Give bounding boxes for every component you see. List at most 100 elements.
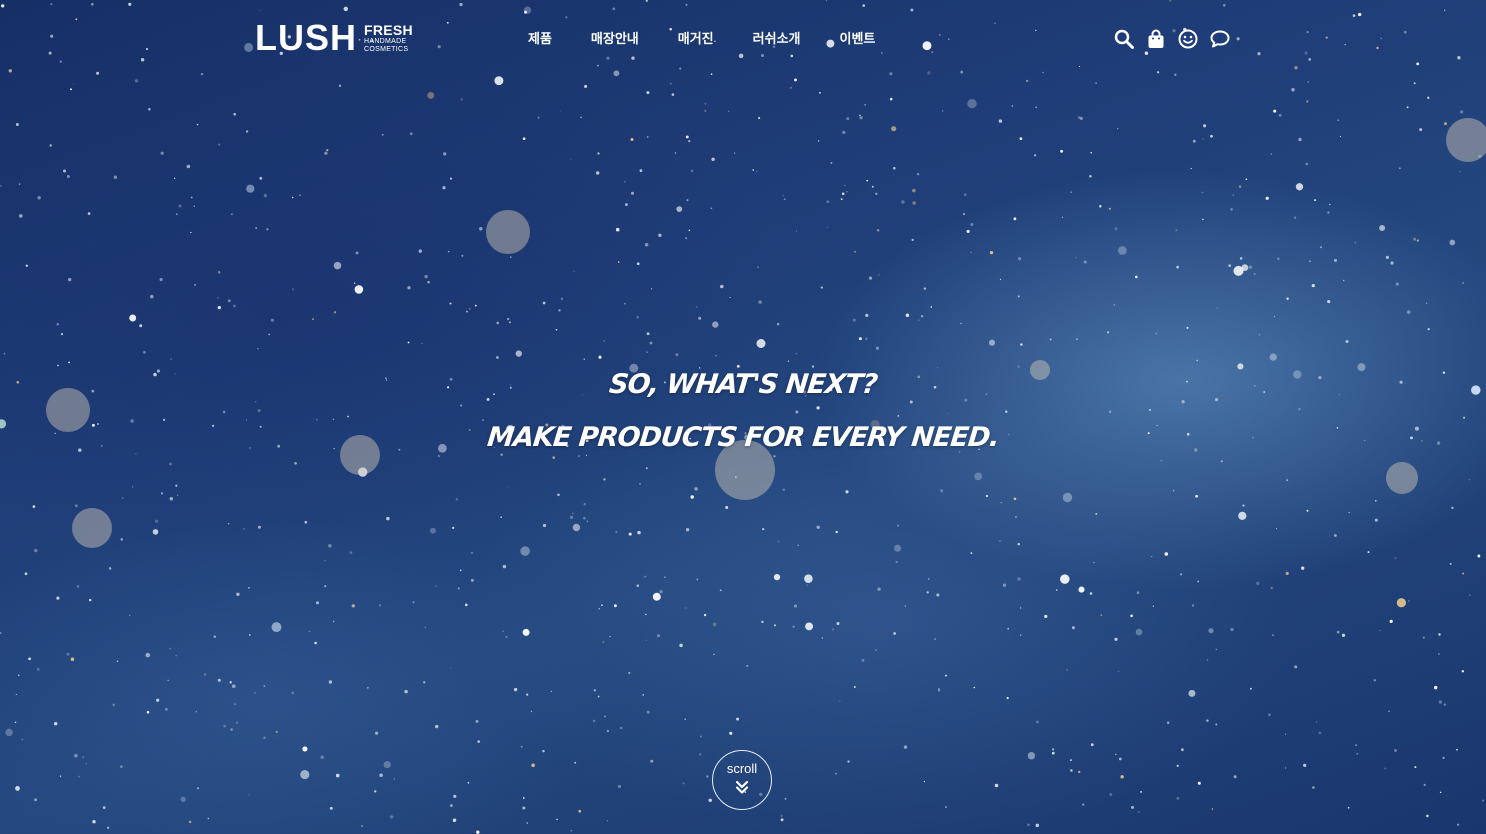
glitter-speck <box>1334 534 1337 537</box>
glitter-speck <box>866 179 869 182</box>
glitter-speck <box>1341 633 1346 637</box>
glitter-speck <box>1228 264 1232 267</box>
glitter-speck <box>156 698 160 702</box>
glitter-speck <box>784 797 787 800</box>
glitter-speck <box>1090 743 1094 747</box>
glitter-speck <box>243 528 245 530</box>
chat-bubble-icon[interactable] <box>1208 27 1232 51</box>
glitter-speck <box>1407 599 1410 602</box>
glitter-speck <box>1017 295 1020 298</box>
glitter-speck <box>1035 720 1040 724</box>
glitter-speck <box>710 207 713 210</box>
glitter-speck <box>698 316 702 320</box>
glitter-speck <box>522 628 530 636</box>
glitter-speck <box>598 608 601 610</box>
glitter-speck <box>603 340 605 342</box>
lush-logo[interactable]: LUSH FRESH HANDMADE COSMETICS <box>255 20 413 56</box>
glitter-speck <box>19 214 23 218</box>
glitter-speck <box>854 250 856 253</box>
glitter-speck <box>966 229 970 233</box>
glitter-speck <box>852 318 856 322</box>
glitter-speck <box>34 548 38 553</box>
glitter-speck <box>904 605 907 607</box>
glitter-speck <box>685 528 690 532</box>
glitter-speck <box>756 339 766 348</box>
hero-line-1: SO, WHAT'S NEXT? <box>607 369 879 400</box>
glitter-speck <box>500 516 502 518</box>
glitter-speck <box>120 765 123 768</box>
glitter-speck <box>217 305 221 310</box>
glitter-speck <box>1066 669 1068 671</box>
glitter-speck <box>646 710 650 714</box>
smiley-icon[interactable] <box>1176 27 1200 51</box>
scroll-button[interactable]: scroll <box>712 750 772 810</box>
glitter-speck <box>684 607 687 609</box>
glitter-speck <box>573 270 575 272</box>
glitter-speck <box>1120 775 1124 779</box>
glitter-speck <box>1311 284 1315 288</box>
glitter-speck <box>502 564 507 569</box>
glitter-speck <box>844 184 846 186</box>
glitter-speck <box>1293 216 1297 219</box>
glitter-speck <box>160 492 164 495</box>
glitter-speck <box>270 318 275 322</box>
glitter-speck <box>1186 326 1189 329</box>
glitter-speck <box>875 192 878 195</box>
glitter-speck <box>891 126 897 132</box>
glitter-speck <box>1192 139 1196 143</box>
glitter-speck <box>962 212 966 216</box>
glitter-speck <box>782 195 785 197</box>
nav-item-events[interactable]: 이벤트 <box>840 31 876 47</box>
glitter-speck <box>407 341 410 344</box>
glitter-speck <box>636 315 639 319</box>
glitter-speck <box>1395 282 1399 286</box>
search-icon[interactable] <box>1112 27 1136 51</box>
nav-item-stores[interactable]: 매장안내 <box>591 31 639 47</box>
shopping-bag-icon[interactable] <box>1144 27 1168 51</box>
glitter-speck <box>271 622 282 633</box>
glitter-speck <box>275 730 278 734</box>
nav-item-products[interactable]: 제품 <box>528 31 552 47</box>
glitter-speck <box>1284 767 1287 769</box>
site-header: LUSH FRESH HANDMADE COSMETICS 제품 매장안내 매거… <box>0 0 1486 78</box>
glitter-speck <box>1202 138 1204 140</box>
glitter-speck <box>15 693 17 696</box>
glitter-speck <box>636 584 640 588</box>
glitter-speck <box>351 604 355 608</box>
glitter-speck <box>940 489 944 493</box>
nav-item-magazine[interactable]: 매거진 <box>678 31 714 47</box>
glitter-speck <box>195 711 197 713</box>
glitter-speck <box>1273 109 1277 113</box>
glitter-speck <box>379 773 383 778</box>
glitter-speck <box>1210 134 1213 138</box>
glitter-speck <box>1307 81 1309 83</box>
glitter-speck <box>598 355 602 359</box>
nav-item-about[interactable]: 러쉬소개 <box>753 31 801 47</box>
glitter-speck <box>1354 242 1356 244</box>
glitter-speck <box>761 620 764 624</box>
glitter-speck <box>450 804 453 807</box>
glitter-speck <box>37 195 41 200</box>
glitter-speck <box>1248 265 1253 269</box>
glitter-speck <box>1197 580 1200 583</box>
glitter-speck <box>690 169 694 173</box>
glitter-speck <box>188 820 192 824</box>
glitter-speck <box>652 592 661 601</box>
glitter-speck <box>1239 257 1243 260</box>
glitter-speck <box>923 780 926 783</box>
glitter-speck <box>74 504 78 508</box>
glitter-speck <box>644 242 649 247</box>
glitter-speck <box>1306 100 1309 103</box>
glitter-speck <box>530 710 533 713</box>
glitter-speck <box>1461 670 1465 673</box>
glitter-speck <box>757 266 759 268</box>
glitter-speck <box>329 806 333 810</box>
glitter-speck <box>674 152 677 154</box>
glitter-speck <box>604 715 606 718</box>
glitter-speck <box>1291 88 1295 92</box>
glitter-speck <box>230 728 233 731</box>
glitter-speck <box>1449 239 1456 246</box>
glitter-speck <box>121 497 124 499</box>
glitter-speck <box>669 82 672 85</box>
glitter-speck <box>1035 106 1038 109</box>
